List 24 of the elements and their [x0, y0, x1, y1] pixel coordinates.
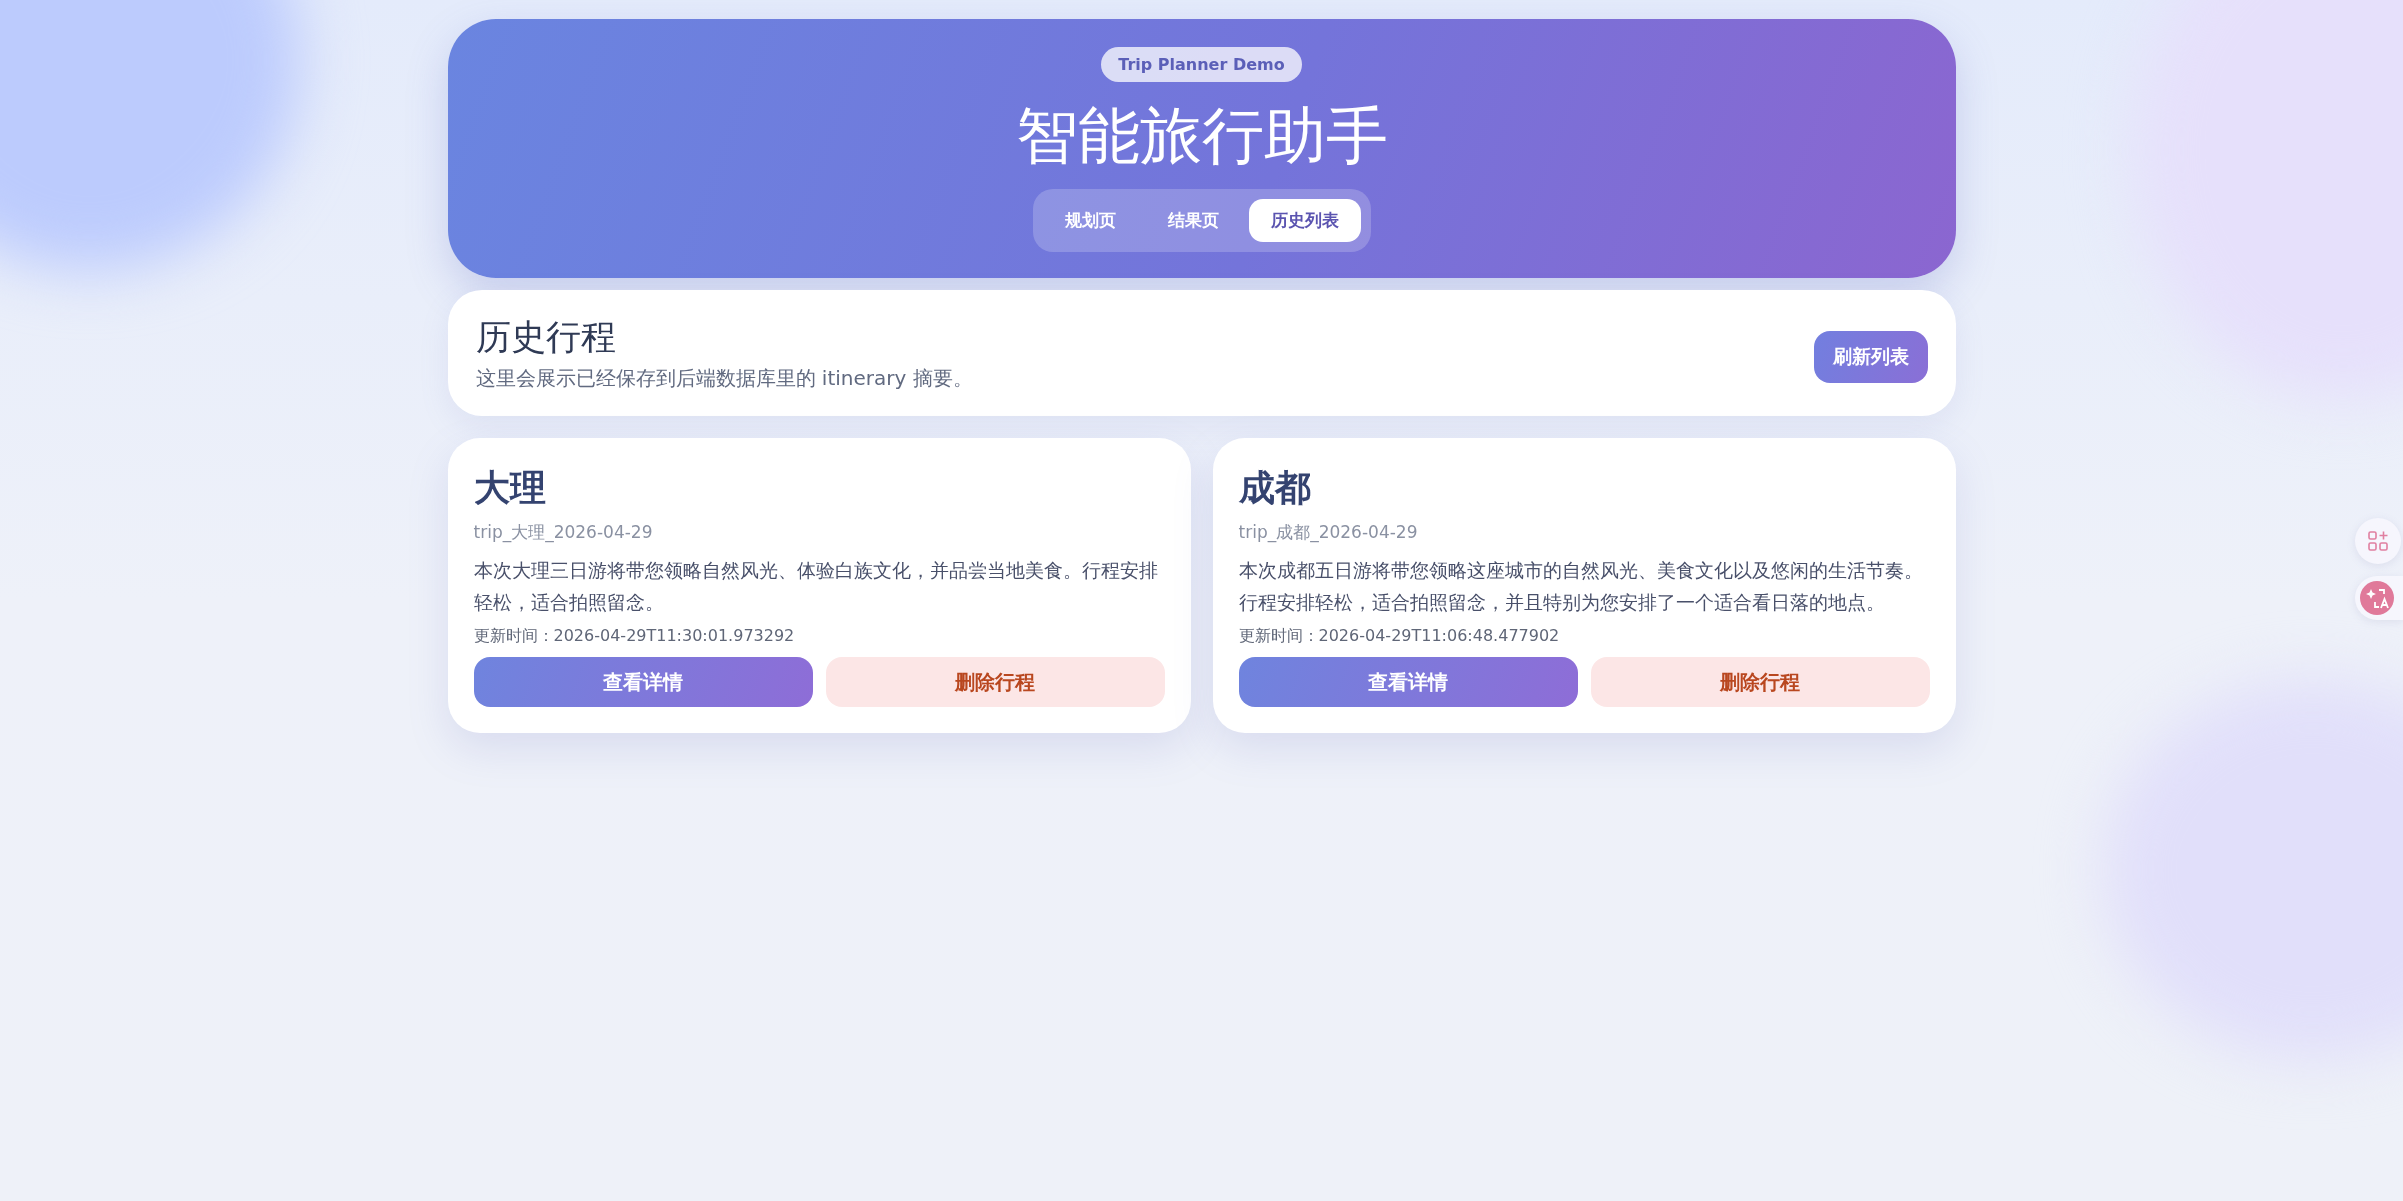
trip-name: 成都 [1238, 466, 1312, 510]
trip-id: trip_大理_2026-04-29 [473, 521, 654, 544]
section-description: 这里会展示已经保存到后端数据库里的 itinerary 摘要。 [475, 365, 973, 392]
updated-time: 更新时间：2026-04-29T11:06:48.477902 [1238, 626, 1561, 647]
view-details-button[interactable]: 查看详情 [1238, 657, 1578, 707]
nav-tab[interactable]: 结果页 [1145, 199, 1241, 243]
apps-button[interactable] [2355, 518, 2401, 564]
delete-trip-button[interactable]: 删除行程 [825, 657, 1165, 707]
nav-tab[interactable]: 历史列表 [1248, 199, 1361, 243]
updated-time: 更新时间：2026-04-29T11:30:01.973292 [473, 626, 796, 647]
trip-id: trip_成都_2026-04-29 [1238, 521, 1419, 544]
section-title: 历史行程 [475, 316, 617, 359]
view-details-button[interactable]: 查看详情 [473, 657, 813, 707]
refresh-button[interactable]: 刷新列表 [1813, 331, 1928, 383]
translate-button[interactable] [2355, 576, 2403, 620]
grid-sparkle-icon [2367, 530, 2389, 552]
trip-summary: 本次大理三日游将带您领略自然风光、体验白族文化，并品尝当地美食。行程安排轻松，适合拍照留念。 [473, 558, 1159, 615]
delete-trip-button[interactable]: 删除行程 [1590, 657, 1930, 707]
app-title: 智能旅行助手 [1015, 100, 1388, 172]
trip-name: 大理 [473, 466, 547, 510]
translate-icon [2360, 581, 2394, 615]
nav-tab[interactable]: 规划页 [1042, 199, 1138, 243]
demo-badge: Trip Planner Demo [1101, 47, 1302, 82]
trip-summary: 本次成都五日游将带您领略这座城市的自然风光、美食文化以及悠闲的生活节奏。行程安排轻松，适合拍照留念，并且特别为您安排了一个适合看日落的地点。 [1238, 558, 1924, 615]
